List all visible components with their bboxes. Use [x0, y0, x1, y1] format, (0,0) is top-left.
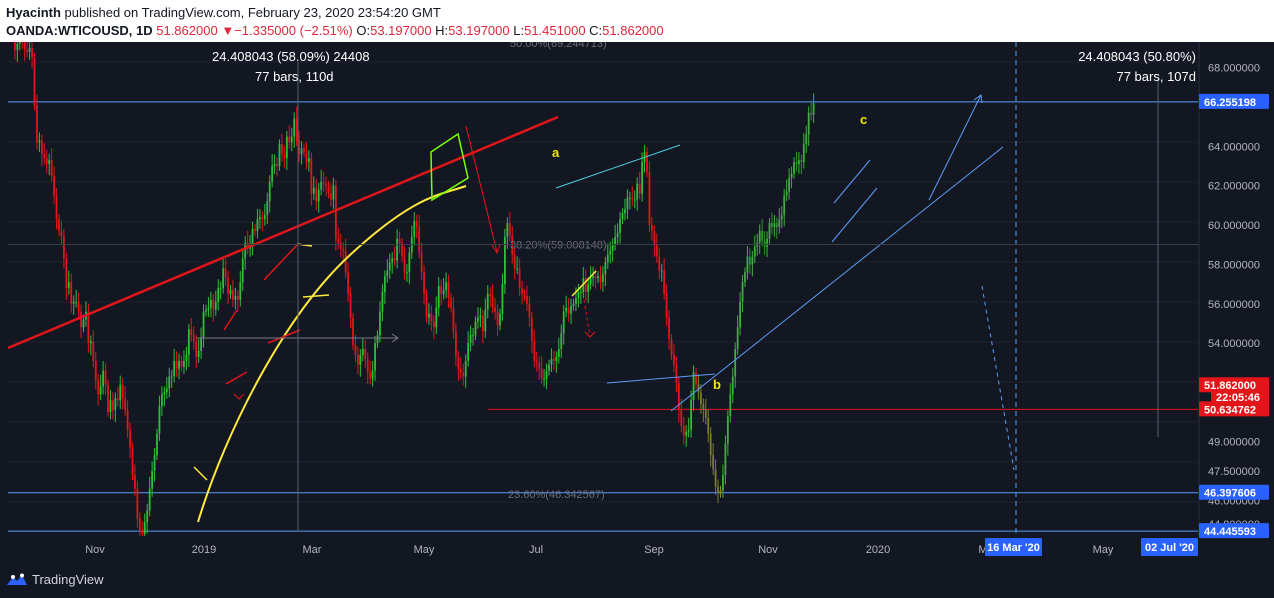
tradingview-brand: TradingView	[32, 572, 104, 587]
high-label: H:	[435, 23, 449, 38]
y-tick-label: 58.000000	[1208, 259, 1260, 271]
date-tag: 16 Mar '20	[985, 538, 1042, 556]
y-tick-label: 60.000000	[1208, 220, 1260, 232]
wave-label-b: b	[713, 377, 721, 392]
y-tick-label: 49.000000	[1208, 437, 1260, 449]
candle	[352, 312, 354, 351]
chart-background	[0, 42, 1274, 564]
candle	[107, 379, 109, 417]
y-tick-label: 54.000000	[1208, 338, 1260, 350]
y-tick-label: 68.000000	[1208, 63, 1260, 75]
x-tick-label: 2019	[192, 544, 216, 556]
fib-label: 50.00%(69.244713)	[510, 42, 607, 50]
low-label: L:	[513, 23, 525, 38]
candle	[648, 161, 651, 233]
low-value: 51.451000	[524, 23, 586, 38]
y-tick-label: 56.000000	[1208, 299, 1260, 311]
open-label: O:	[356, 23, 371, 38]
date-tag-label: 16 Mar '20	[987, 542, 1040, 554]
date-tag: 02 Jul '20	[1141, 538, 1198, 556]
price-tag: 50.634762	[1199, 401, 1269, 417]
x-tick-label: Mar	[303, 544, 322, 556]
x-axis[interactable]: Nov 2019 Mar May Jul Sep Nov 2020 M May	[0, 536, 1274, 564]
footer: TradingView	[0, 564, 1274, 598]
publish-line: Hyacinth published on TradingView.com, F…	[6, 5, 441, 20]
close-value: 51.862000	[602, 23, 664, 38]
change-value: −1.335000 (−2.51%)	[234, 23, 353, 38]
price-tag: 46.397606	[1199, 484, 1269, 500]
ohlc-line: OANDA:WTICOUSD, 1D 51.862000 ▼−1.335000 …	[6, 23, 664, 38]
price-tag-label: 66.255198	[1204, 97, 1256, 109]
y-tick-label: 62.000000	[1208, 181, 1260, 193]
y-tick-label: 64.000000	[1208, 141, 1260, 153]
y-tick-label: 47.500000	[1208, 466, 1260, 478]
x-tick-label: Nov	[85, 544, 105, 556]
price-tag-label: 50.634762	[1204, 404, 1256, 416]
high-value: 53.197000	[448, 23, 510, 38]
candle	[504, 228, 506, 294]
last-price: 51.862000	[156, 23, 218, 38]
x-tick-label: Nov	[758, 544, 778, 556]
close-label: C:	[589, 23, 603, 38]
open-value: 53.197000	[370, 23, 432, 38]
author-name[interactable]: Hyacinth	[6, 5, 61, 20]
candle	[33, 52, 36, 110]
price-tag-label: 46.397606	[1204, 488, 1256, 500]
change-down-icon: ▼	[221, 23, 235, 38]
published-text: published on TradingView.com, February 2…	[64, 5, 441, 20]
candle	[131, 442, 134, 480]
price-tag: 66.255198	[1199, 93, 1269, 109]
x-tick-label: Jul	[529, 544, 543, 556]
measurement-bars: 77 bars, 110d	[255, 69, 334, 84]
measurement-value: 24.408043 (50.80%)	[1078, 49, 1196, 64]
x-tick-label: Sep	[644, 544, 664, 556]
date-tag-label: 02 Jul '20	[1145, 542, 1194, 554]
price-chart[interactable]: 50.00%(69.244713) 38.20%(59.008148) 23.60%…	[0, 42, 1274, 564]
wave-label-c: c	[860, 112, 867, 127]
x-tick-label: May	[1093, 544, 1114, 556]
tradingview-logo-icon	[7, 573, 27, 585]
measurement-value: 24.408043 (58.09%) 24408	[212, 49, 370, 64]
x-tick-label: May	[414, 544, 435, 556]
price-tag: 44.445593	[1199, 523, 1269, 539]
price-tag-label: 44.445593	[1204, 526, 1256, 538]
tradingview-logo[interactable]: TradingView	[6, 572, 104, 587]
header: Hyacinth published on TradingView.com, F…	[0, 0, 1274, 42]
symbol-label: OANDA:WTICOUSD, 1D	[6, 23, 153, 38]
measurement-bars: 77 bars, 107d	[1116, 69, 1196, 84]
wave-label-a: a	[552, 145, 560, 160]
fib-label: 23.60%(46.342567)	[508, 489, 605, 501]
fib-label: 38.20%(59.008148)	[510, 240, 607, 252]
x-tick-label: 2020	[866, 544, 890, 556]
candle	[425, 289, 428, 323]
